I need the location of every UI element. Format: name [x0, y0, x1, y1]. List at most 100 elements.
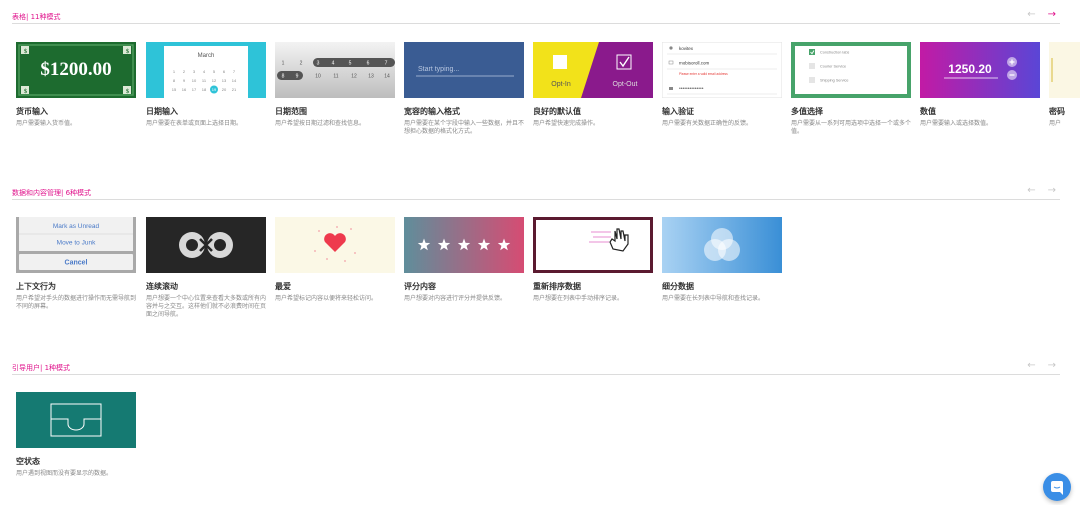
card-thumbnail: Construction labs Courier Service Shippi… [791, 42, 911, 98]
svg-text:13: 13 [222, 78, 227, 83]
svg-text:4: 4 [332, 61, 335, 67]
section-header-data-management: 数据和内容管理| 6种模式 ← → [12, 182, 1060, 200]
card-description: 用户想要在列表中手动排序记录。 [533, 295, 624, 302]
svg-text:16: 16 [182, 87, 187, 92]
section-title: 数据和内容管理| 6种模式 [12, 189, 92, 197]
card-description: 用户希望对手头的数据进行操作而无需导航到不同的屏幕。 [16, 295, 137, 310]
pattern-card-empty-state[interactable]: 空状态 用户遇到视图而没有要显示的数据。 [16, 392, 136, 478]
card-thumbnail [662, 217, 782, 273]
card-description: 用户希望按日期过滤和查找信息。 [275, 120, 366, 127]
chat-icon [1051, 481, 1063, 495]
card-thumbnail [146, 217, 266, 273]
arrow-right-icon[interactable]: → [1048, 9, 1056, 20]
card-thumbnail: 12 34567 89 10 11 12 13 14 [275, 42, 395, 98]
svg-text:10: 10 [315, 74, 321, 80]
card-description: 用户想要一个中心位置来查看大多数或所有内容并与之交互。这样他们就不必浪费时间在页… [146, 295, 267, 318]
pattern-card-password[interactable]: 密码 用户 [1049, 42, 1080, 128]
card-title: 宽容的输入格式 [404, 107, 460, 116]
svg-text:19: 19 [212, 87, 217, 92]
card-thumbnail: Start typing... [404, 42, 524, 98]
svg-text:12: 12 [351, 74, 357, 80]
card-thumbnail: Mark as Unread Move to Junk Cancel [16, 217, 136, 273]
card-title: 连续滚动 [146, 282, 178, 291]
section-title: 引导用户| 1种模式 [12, 364, 71, 372]
card-description: 用户希望标记内容以便将来轻松访问。 [275, 295, 378, 302]
card-thumbnail [275, 217, 395, 273]
arrow-right-icon[interactable]: → [1048, 185, 1056, 196]
svg-text:18: 18 [202, 87, 207, 92]
pattern-card-continuous-scrolling[interactable]: 连续滚动 用户想要一个中心位置来查看大多数或所有内容并与之交互。这样他们就不必浪… [146, 217, 266, 319]
card-description: 用户遇到视图而没有要显示的数据。 [16, 470, 113, 477]
pattern-card-rating[interactable]: 评分内容 用户想要对内容进行评分并提供反馈。 [404, 217, 524, 303]
svg-text:2: 2 [300, 61, 303, 67]
arrow-left-icon[interactable]: ← [1027, 9, 1035, 20]
svg-text:10: 10 [192, 78, 197, 83]
pattern-card-segmented-data[interactable]: 细分数据 用户需要在长列表中导航和查找记录。 [662, 217, 782, 303]
pattern-card-contextual-actions[interactable]: Mark as Unread Move to Junk Cancel 上下文行为… [16, 217, 136, 311]
pattern-card-favorites[interactable]: 最爱 用户希望标记内容以便将来轻松访问。 [275, 217, 395, 303]
card-title: 密码 [1049, 107, 1065, 116]
pattern-card-date-range[interactable]: 12 34567 89 10 11 12 13 14 日期范围 用户希望按日期过滤和查找… [275, 42, 395, 128]
card-thumbnail: March 1234567 8 9 10 11 12 13 14 15 16 17 18 20 21… [146, 42, 266, 98]
card-thumbnail [1049, 42, 1080, 98]
section-nav: ← → [1015, 186, 1056, 196]
card-thumbnail: kovitex mobisoroll.com Please enter a va… [662, 42, 782, 98]
svg-text:$: $ [24, 48, 27, 55]
card-description: 用户需要输入或选择数值。 [920, 120, 993, 127]
svg-text:14: 14 [384, 74, 390, 80]
svg-text:14: 14 [232, 78, 237, 83]
card-description: 用户需要在长列表中导航和查找记录。 [662, 295, 765, 302]
pattern-card-date-input[interactable]: March 1234567 8 9 10 11 12 13 14 15 16 17 18 20 21… [146, 42, 266, 128]
card-title: 日期输入 [146, 107, 178, 116]
thumb-item: Shipping Service [820, 79, 849, 83]
svg-text:12: 12 [212, 78, 217, 83]
pattern-card-numeric[interactable]: 1250.20 数值 用户需要输入或选择数值。 [920, 42, 1040, 128]
thumb-text: 1250.20 [948, 62, 992, 76]
section-nav: ← → [1015, 10, 1056, 20]
thumb-email: mobisoroll.com [679, 61, 710, 66]
chat-button[interactable] [1043, 473, 1071, 501]
card-description: 用户需要在表单或页面上选择日期。 [146, 120, 243, 127]
arrow-left-icon[interactable]: ← [1027, 185, 1035, 196]
card-title: 货币输入 [16, 107, 48, 116]
thumb-right: Opt-Out [613, 81, 638, 88]
svg-text:15: 15 [172, 87, 177, 92]
svg-text:9: 9 [296, 74, 299, 80]
svg-text:13: 13 [368, 74, 374, 80]
card-thumbnail [16, 392, 136, 448]
thumb-text: $1200.00 [40, 59, 111, 80]
svg-text:21: 21 [232, 87, 237, 92]
card-title: 多值选择 [791, 107, 823, 116]
card-title: 评分内容 [404, 282, 436, 291]
svg-text:$: $ [24, 88, 27, 95]
svg-text:7: 7 [385, 61, 388, 67]
pattern-card-good-defaults[interactable]: Opt-In Opt-Out 良好的默认值 用户希望快速完成操作。 [533, 42, 653, 128]
thumb-left: Opt-In [551, 81, 571, 88]
card-title: 日期范围 [275, 107, 307, 116]
user-icon [669, 46, 673, 50]
svg-text:$: $ [126, 48, 129, 55]
pattern-card-input-validation[interactable]: kovitex mobisoroll.com Please enter a va… [662, 42, 782, 128]
card-title: 上下文行为 [16, 282, 56, 291]
card-title: 重新排序数据 [533, 282, 581, 291]
svg-text:5: 5 [349, 61, 352, 67]
pattern-card-multi-select[interactable]: Construction labs Courier Service Shippi… [791, 42, 911, 136]
card-title: 空状态 [16, 457, 40, 466]
thumb-text: March [198, 53, 215, 59]
card-title: 数值 [920, 107, 936, 116]
section-nav: ← → [1015, 361, 1056, 371]
pattern-card-currency-input[interactable]: $ $ $ $ $1200.00 货币输入 用户需要输入货币值。 [16, 42, 136, 128]
arrow-left-icon[interactable]: ← [1027, 360, 1035, 371]
svg-text:11: 11 [333, 74, 338, 80]
section-title: 表格| 11种模式 [12, 13, 61, 21]
thumb-item: Mark as Unread [53, 223, 100, 230]
section-header-forms: 表格| 11种模式 ← → [12, 6, 1060, 24]
arrow-right-icon[interactable]: → [1048, 360, 1056, 371]
pattern-card-forgiving-format[interactable]: Start typing... 宽容的输入格式 用户需要在某个字段中输入一些数据… [404, 42, 524, 136]
card-description: 用户需要有关数据正确性的反馈。 [662, 120, 753, 127]
pattern-card-reorder-data[interactable]: 重新排序数据 用户想要在列表中手动排序记录。 [533, 217, 653, 303]
thumb-item: Move to Junk [57, 240, 96, 247]
svg-text:3: 3 [317, 61, 320, 67]
card-description: 用户需要从一系列可用选项中选择一个或多个值。 [791, 120, 912, 135]
thumb-user: kovitex [679, 46, 694, 51]
